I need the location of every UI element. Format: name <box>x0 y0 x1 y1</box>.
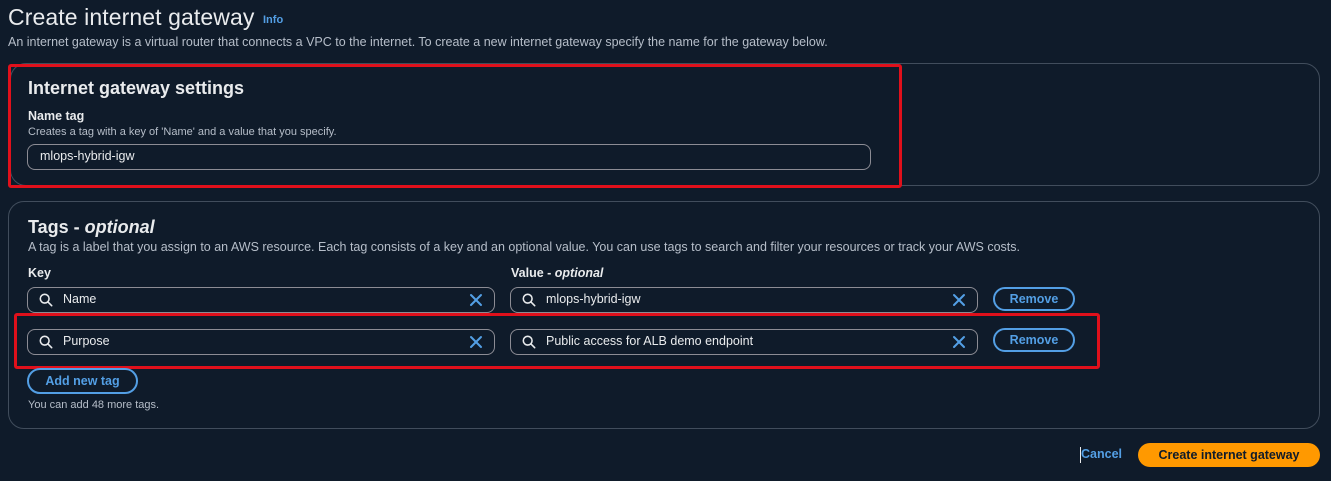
search-icon <box>522 335 536 349</box>
tag-key-value: Purpose <box>63 334 110 348</box>
tag-value-input[interactable]: Public access for ALB demo endpoint <box>510 329 978 355</box>
value-column-label: Value - optional <box>511 266 603 280</box>
clear-icon[interactable] <box>468 334 484 350</box>
tags-title-optional: optional <box>84 217 155 237</box>
tag-value-input[interactable]: mlops-hybrid-igw <box>510 287 978 313</box>
name-tag-value: mlops-hybrid-igw <box>40 149 135 163</box>
tag-key-input[interactable]: Name <box>27 287 495 313</box>
search-icon <box>39 293 53 307</box>
tags-panel <box>8 201 1320 429</box>
value-column-label-main: Value - <box>511 266 555 280</box>
remove-tag-button[interactable]: Remove <box>993 328 1075 352</box>
key-column-label: Key <box>28 266 51 280</box>
name-tag-label: Name tag <box>28 109 85 123</box>
tags-title-main: Tags - <box>28 217 85 237</box>
tag-value-value: mlops-hybrid-igw <box>546 292 641 306</box>
tags-title: Tags - optional <box>28 217 155 238</box>
create-internet-gateway-button[interactable]: Create internet gateway <box>1138 443 1320 467</box>
clear-icon[interactable] <box>468 292 484 308</box>
page-description: An internet gateway is a virtual router … <box>8 35 828 49</box>
page-title: Create internet gateway <box>8 4 255 30</box>
settings-title: Internet gateway settings <box>28 78 245 98</box>
clear-icon[interactable] <box>951 334 967 350</box>
tags-description: A tag is a label that you assign to an A… <box>28 240 1020 254</box>
tag-value-value: Public access for ALB demo endpoint <box>546 334 754 348</box>
name-tag-input[interactable]: mlops-hybrid-igw <box>27 144 871 170</box>
add-new-tag-button[interactable]: Add new tag <box>27 368 138 394</box>
cancel-button[interactable]: Cancel <box>1081 447 1122 461</box>
tag-key-input[interactable]: Purpose <box>27 329 495 355</box>
tag-limit-text: You can add 48 more tags. <box>28 399 160 411</box>
name-tag-hint: Creates a tag with a key of 'Name' and a… <box>28 126 337 138</box>
remove-tag-button[interactable]: Remove <box>993 287 1075 311</box>
tag-key-value: Name <box>63 292 97 306</box>
search-icon <box>522 293 536 307</box>
search-icon <box>39 335 53 349</box>
clear-icon[interactable] <box>951 292 967 308</box>
info-link[interactable]: Info <box>263 14 283 26</box>
value-column-label-optional: optional <box>554 266 604 280</box>
